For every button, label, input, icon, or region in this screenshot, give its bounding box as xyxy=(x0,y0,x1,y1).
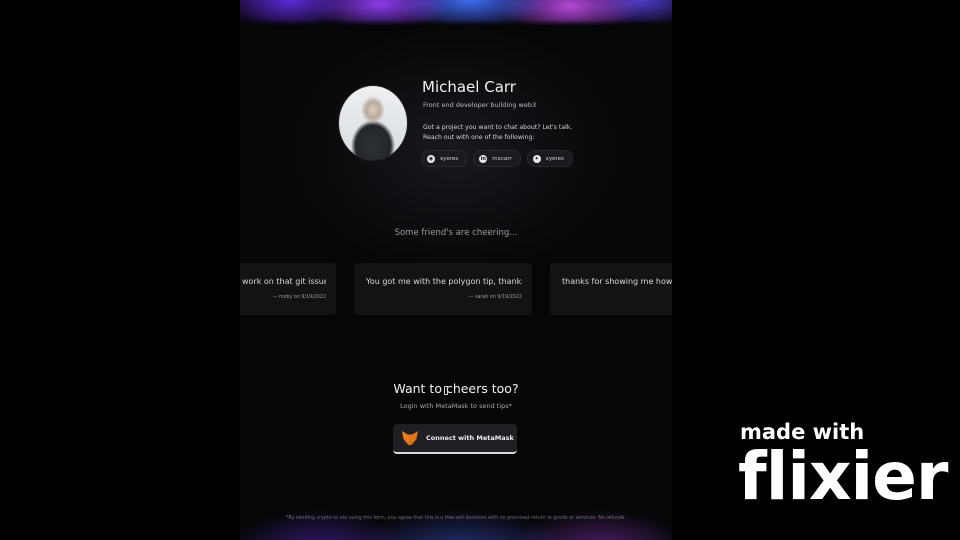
watermark-logo: flixier xyxy=(738,438,948,515)
pitch-line-2: Reach out with one of the following: xyxy=(423,134,535,141)
cheer-message: thanks for showing me how xyxy=(562,277,672,286)
profile-pitch: Got a project you want to chat about? Le… xyxy=(423,123,623,143)
twitter-icon: ✦ xyxy=(532,154,541,163)
pitch-line-1: Got a project you want to chat about? Le… xyxy=(423,124,573,131)
screen: Michael Carr Front end developer buildin… xyxy=(0,0,960,540)
social-link-github[interactable]: ◉ xyeres xyxy=(421,150,468,167)
footer-disclaimer: *By sending crypto to me using this form… xyxy=(285,516,627,521)
cheer-message: work on that git issue xyxy=(242,277,326,286)
social-links: ◉ xyeres in mxcarr ✦ xyeres xyxy=(421,150,573,167)
cheer-message: You got me with the polygon tip, thanks xyxy=(366,277,522,286)
text-cursor-icon xyxy=(444,386,448,395)
avatar xyxy=(338,85,408,161)
profile-tagline: Front end developer building web3 xyxy=(423,101,537,109)
social-handle: xyeres xyxy=(440,155,459,162)
social-link-twitter[interactable]: ✦ xyeres xyxy=(526,150,573,167)
cheer-byline: — moby on 9/19/2022 xyxy=(272,295,326,300)
social-handle: mxcarr xyxy=(492,155,512,162)
metamask-fox-icon xyxy=(402,431,418,445)
cheer-card: work on that git issue — moby on 9/19/20… xyxy=(240,263,336,315)
connect-metamask-label: Connect with MetaMask xyxy=(426,434,514,442)
github-icon: ◉ xyxy=(427,154,435,163)
cta-hint: Login with MetaMask to send tips* xyxy=(400,402,512,410)
profile-page: Michael Carr Front end developer buildin… xyxy=(240,0,672,540)
cheer-card: You got me with the polygon tip, thanks … xyxy=(354,263,532,315)
connect-metamask-button[interactable]: Connect with MetaMask xyxy=(393,424,517,454)
cheers-title: Some friend's are cheering... xyxy=(394,228,518,238)
cheer-card: thanks for showing me how xyxy=(550,263,672,315)
footer-artwork xyxy=(240,490,672,540)
profile-name: Michael Carr xyxy=(422,78,516,96)
social-handle: xyeres xyxy=(545,155,564,162)
cheer-byline: — sarah on 9/19/2022 xyxy=(468,295,522,300)
social-link-linkedin[interactable]: in mxcarr xyxy=(473,150,521,167)
cta-heading: Want to cheers too? xyxy=(393,381,519,396)
linkedin-icon: in xyxy=(479,154,488,163)
